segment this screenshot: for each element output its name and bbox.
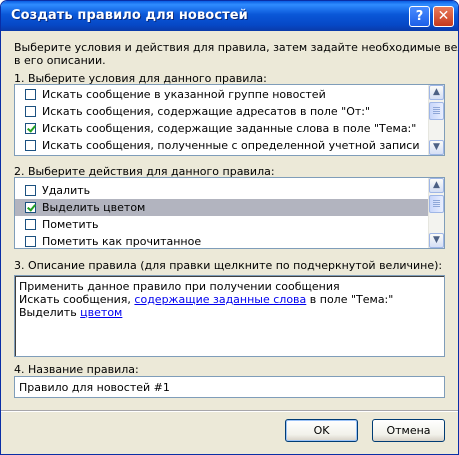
checkbox[interactable] [25,140,36,151]
close-button[interactable]: ✕ [433,6,454,27]
title-bar[interactable]: Создать правило для новостей ? ✕ [1,1,458,31]
rule-name-label: 4. Название правила: [14,363,139,376]
condition-label: Искать сообщения, содержащие адресатов в… [42,105,371,118]
conditions-list[interactable]: Искать сообщение в указанной группе ново… [14,84,445,156]
action-item-highlight-color[interactable]: Выделить цветом [15,199,428,216]
scroll-down-arrow-icon[interactable]: ▼ [429,140,444,155]
scroll-up-arrow-icon[interactable]: ▲ [429,85,444,100]
help-button[interactable]: ? [409,6,430,27]
keywords-link[interactable]: содержащие заданные слова [134,293,306,306]
checkbox[interactable] [25,89,36,100]
conditions-scrollbar[interactable]: ▲ ▼ [428,85,444,155]
description-label: 3. Описание правила (для правки щелкните… [14,259,443,272]
description-text: Искать сообщения, [19,293,135,306]
intro-line-2: в его описании. [14,54,106,67]
checkbox[interactable] [25,236,36,247]
action-item-flag[interactable]: Пометить [15,216,428,233]
action-item-delete[interactable]: Удалить [15,182,428,199]
scroll-up-arrow-icon[interactable]: ▲ [429,178,444,193]
ok-button[interactable]: OK [285,419,358,442]
action-item-mark-read[interactable]: Пометить как прочитанное [15,233,428,248]
intro-line-1: Выберите условия и действия для правила,… [14,41,459,54]
rule-description-box: Применить данное правило при получении с… [14,275,445,357]
action-label: Пометить [42,218,99,231]
scroll-down-arrow-icon[interactable]: ▼ [429,233,444,248]
window-title: Создать правило для новостей [11,8,248,23]
description-text: Выделить [19,306,81,319]
condition-label: Искать сообщения, полученные с определен… [42,139,420,152]
action-label: Пометить как прочитанное [42,235,202,248]
action-label: Удалить [42,184,91,197]
checkbox-checked[interactable] [25,202,36,213]
condition-item-from[interactable]: Искать сообщения, содержащие адресатов в… [15,103,428,120]
condition-label: Искать сообщение в указанной группе ново… [42,88,326,101]
checkbox[interactable] [25,185,36,196]
rule-name-input[interactable] [14,376,445,398]
action-label: Выделить цветом [42,201,146,214]
color-link[interactable]: цветом [80,306,122,319]
checkbox[interactable] [25,219,36,230]
description-line-3: Выделить цветом [19,306,122,319]
separator [1,410,458,412]
scroll-thumb[interactable] [429,195,444,213]
actions-list[interactable]: Удалить Выделить цветом Пометить Пометит… [14,177,445,249]
description-line-1: Применить данное правило при получении с… [19,280,340,293]
actions-scrollbar[interactable]: ▲ ▼ [428,178,444,248]
description-line-2: Искать сообщения, содержащие заданные сл… [19,293,393,306]
condition-item-newsgroup[interactable]: Искать сообщение в указанной группе ново… [15,86,428,103]
checkbox-checked[interactable] [25,123,36,134]
condition-label: Искать сообщения, содержащие заданные сл… [42,122,417,135]
description-text: в поле "Тема:" [306,293,394,306]
rule-dialog: Создать правило для новостей ? ✕ Выберит… [0,0,459,455]
conditions-rows: Искать сообщение в указанной группе ново… [15,86,428,154]
scroll-thumb[interactable] [429,102,444,120]
cancel-button[interactable]: Отмена [372,419,445,442]
checkbox[interactable] [25,106,36,117]
condition-item-subject-words[interactable]: Искать сообщения, содержащие заданные сл… [15,120,428,137]
actions-rows: Удалить Выделить цветом Пометить Пометит… [15,182,428,248]
condition-item-account[interactable]: Искать сообщения, полученные с определен… [15,137,428,154]
